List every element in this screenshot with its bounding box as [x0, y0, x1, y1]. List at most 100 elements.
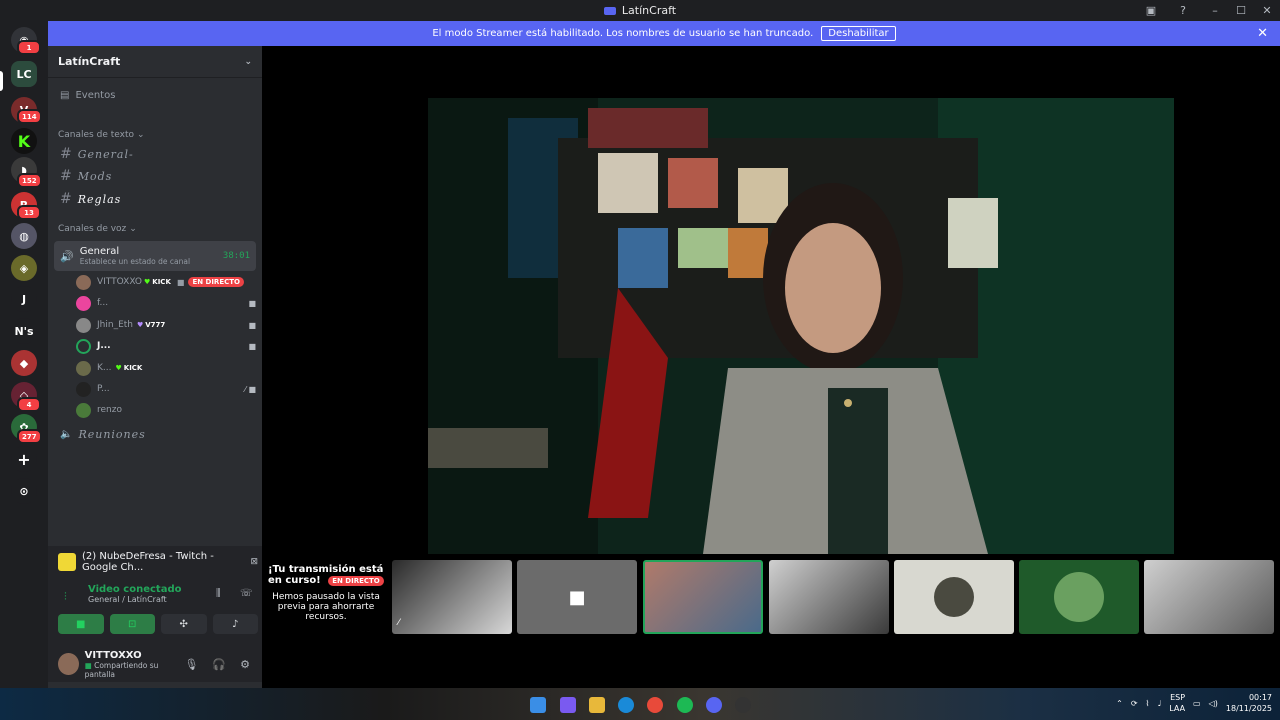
participant-tile[interactable] [894, 560, 1014, 634]
help-icon[interactable]: ? [1170, 0, 1196, 21]
events-label: Eventos [75, 90, 116, 101]
channel-mods[interactable]: # Mods [48, 168, 262, 184]
sync-icon[interactable]: ⟳ [1131, 699, 1138, 708]
minimize-button[interactable]: – [1202, 0, 1228, 21]
server-ns-icon[interactable]: N's [11, 318, 37, 344]
inbox-icon[interactable]: ▣ [1138, 0, 1164, 21]
voice-channel-name: Reuniones [78, 428, 146, 441]
muted-mic-and-camera-icon: ⁄ ■ [244, 384, 256, 394]
voice-user-name: Jhin_Eth [97, 320, 133, 330]
microphone-icon[interactable]: 🎙 [184, 658, 198, 671]
shared-window[interactable]: (2) NubeDeFresa - Twitch - Google Ch... … [58, 550, 258, 574]
selected-server-pill [0, 71, 3, 91]
voice-user[interactable]: K... ♥ KICK [76, 359, 256, 377]
clock[interactable]: 00:17 18/11/2025 [1226, 692, 1272, 714]
participant-tile[interactable] [1019, 560, 1139, 634]
camera-icon: ■ [568, 586, 586, 608]
live-badge: EN DIRECTO [328, 576, 384, 586]
user-tag: V777 [145, 321, 166, 329]
voice-user-name: VITTOXXO [97, 277, 142, 287]
participant-tile[interactable]: ■ [517, 560, 637, 634]
chevron-up-icon[interactable]: ⌃ [1116, 699, 1123, 708]
participant-tile-speaking[interactable] [643, 560, 763, 634]
maximize-button[interactable]: ☐ [1228, 0, 1254, 21]
volume-icon[interactable]: ◁) [1209, 699, 1218, 708]
taskbar: ⌃ ⟳ ⌇ ♩ ESP LAA ▭ ◁) 00:17 18/11/2025 [0, 688, 1280, 720]
text-category-label: Canales de texto [58, 130, 134, 140]
voice-user[interactable]: renzo [76, 401, 256, 419]
add-server-icon[interactable]: + [11, 446, 37, 472]
events-item[interactable]: ▤ Eventos [48, 90, 262, 101]
activities-button[interactable]: ✣ [161, 614, 207, 634]
display-icon[interactable]: ▭ [1193, 699, 1201, 708]
soundboard-button[interactable]: ♪ [212, 614, 258, 634]
server-icon-6[interactable]: ◆ [11, 350, 37, 376]
disable-streamer-mode-button[interactable]: Deshabilitar [821, 26, 896, 41]
server-list: ◉ 1 LC V 114 K ◗ 152 R 13 ◍ ◈ J N's ◆ ◇ … [0, 21, 48, 688]
discover-icon[interactable]: ⊙ [11, 478, 37, 504]
mic-tray-icon[interactable]: ♩ [1157, 699, 1161, 708]
voice-channel-name: General [79, 246, 120, 257]
close-banner-icon[interactable]: ✕ [1257, 26, 1268, 41]
server-badge: 277 [17, 429, 42, 444]
voice-user[interactable]: J... ■ [76, 337, 256, 355]
participant-tile[interactable] [1144, 560, 1274, 634]
voice-user[interactable]: Jhin_Eth ♥ V777 ■ [76, 316, 256, 334]
spotify-icon[interactable] [677, 697, 693, 713]
voice-channel-general[interactable]: 🔊 General Establece un estado de canal 3… [54, 241, 256, 271]
language-indicator[interactable]: ESP LAA [1169, 692, 1185, 714]
voice-category[interactable]: Canales de voz ⌄ [48, 224, 262, 234]
camera-icon: ■ [248, 298, 256, 308]
channel-label: Mods [77, 169, 113, 183]
voice-user[interactable]: VITTOXXO ♥ KICK ■ EN DIRECTO [76, 273, 256, 291]
participant-tile[interactable] [769, 560, 889, 634]
file-explorer-icon[interactable] [589, 697, 605, 713]
text-category[interactable]: Canales de texto ⌄ [48, 130, 262, 140]
user-status: Compartiendo su pantalla [84, 660, 159, 679]
server-latincraft-icon[interactable]: LC [11, 61, 37, 87]
channel-general-text[interactable]: # General- [48, 146, 262, 162]
camera-icon: ■ [248, 320, 256, 330]
start-icon[interactable] [530, 697, 546, 713]
avatar [76, 402, 91, 418]
video-status[interactable]: Video conectado [88, 584, 258, 595]
live-badge[interactable]: EN DIRECTO [188, 277, 244, 287]
voice-channel-reuniones[interactable]: 🔈 Reuniones [48, 428, 262, 441]
settings-gear-icon[interactable]: ⚙ [240, 658, 250, 671]
network-icon[interactable]: ⌇ [1146, 699, 1150, 708]
server-j-icon[interactable]: J [11, 286, 37, 312]
signal-icon[interactable]: ⫶ [64, 590, 67, 604]
screen-share-button[interactable]: ⊡ [109, 614, 155, 634]
headphones-icon[interactable]: 🎧 [212, 658, 226, 671]
server-icon-4[interactable]: ◍ [11, 223, 37, 249]
window-title: LatínCraft [621, 4, 677, 17]
channel-label: Reglas [77, 192, 122, 206]
chrome-icon[interactable] [647, 697, 663, 713]
voice-user[interactable]: f... ■ [76, 294, 256, 312]
focused-video[interactable] [428, 98, 1174, 554]
voice-user-name: P... [97, 384, 110, 394]
channel-reglas[interactable]: # Reglas [48, 191, 262, 207]
voice-channel-status[interactable]: Establece un estado de canal [80, 257, 190, 266]
video-stage: ¡Tu transmisión está en curso! EN DIRECT… [262, 46, 1280, 688]
server-icon-5[interactable]: ◈ [11, 255, 37, 281]
server-header[interactable]: LatínCraft ⌄ [48, 46, 262, 78]
shared-window-title: (2) NubeDeFresa - Twitch - Google Ch... [82, 551, 214, 573]
copilot-icon[interactable] [560, 697, 576, 713]
camera-button[interactable]: ■ [58, 614, 104, 634]
close-window-button[interactable]: ✕ [1254, 0, 1280, 21]
paused-text: Hemos pausado la vista previa para ahorr… [272, 592, 380, 622]
disconnect-icon[interactable]: ☏ [240, 588, 253, 599]
participant-tile[interactable]: ⁄ [392, 560, 512, 634]
stream-paused-notice: ¡Tu transmisión está en curso! EN DIRECT… [268, 564, 384, 622]
noise-suppression-icon[interactable]: ⫼ [216, 588, 221, 599]
voice-user[interactable]: P... ⁄ ■ [76, 380, 256, 398]
user-avatar[interactable] [58, 653, 79, 675]
stop-sharing-icon[interactable]: ⊠ [250, 557, 258, 567]
steam-icon[interactable] [735, 697, 751, 713]
user-tag: KICK [123, 364, 143, 372]
discord-taskbar-icon[interactable] [706, 697, 722, 713]
edge-icon[interactable] [618, 697, 634, 713]
kick-server-icon[interactable]: K [11, 128, 37, 154]
banner-text: El modo Streamer está habilitado. Los no… [432, 28, 814, 39]
